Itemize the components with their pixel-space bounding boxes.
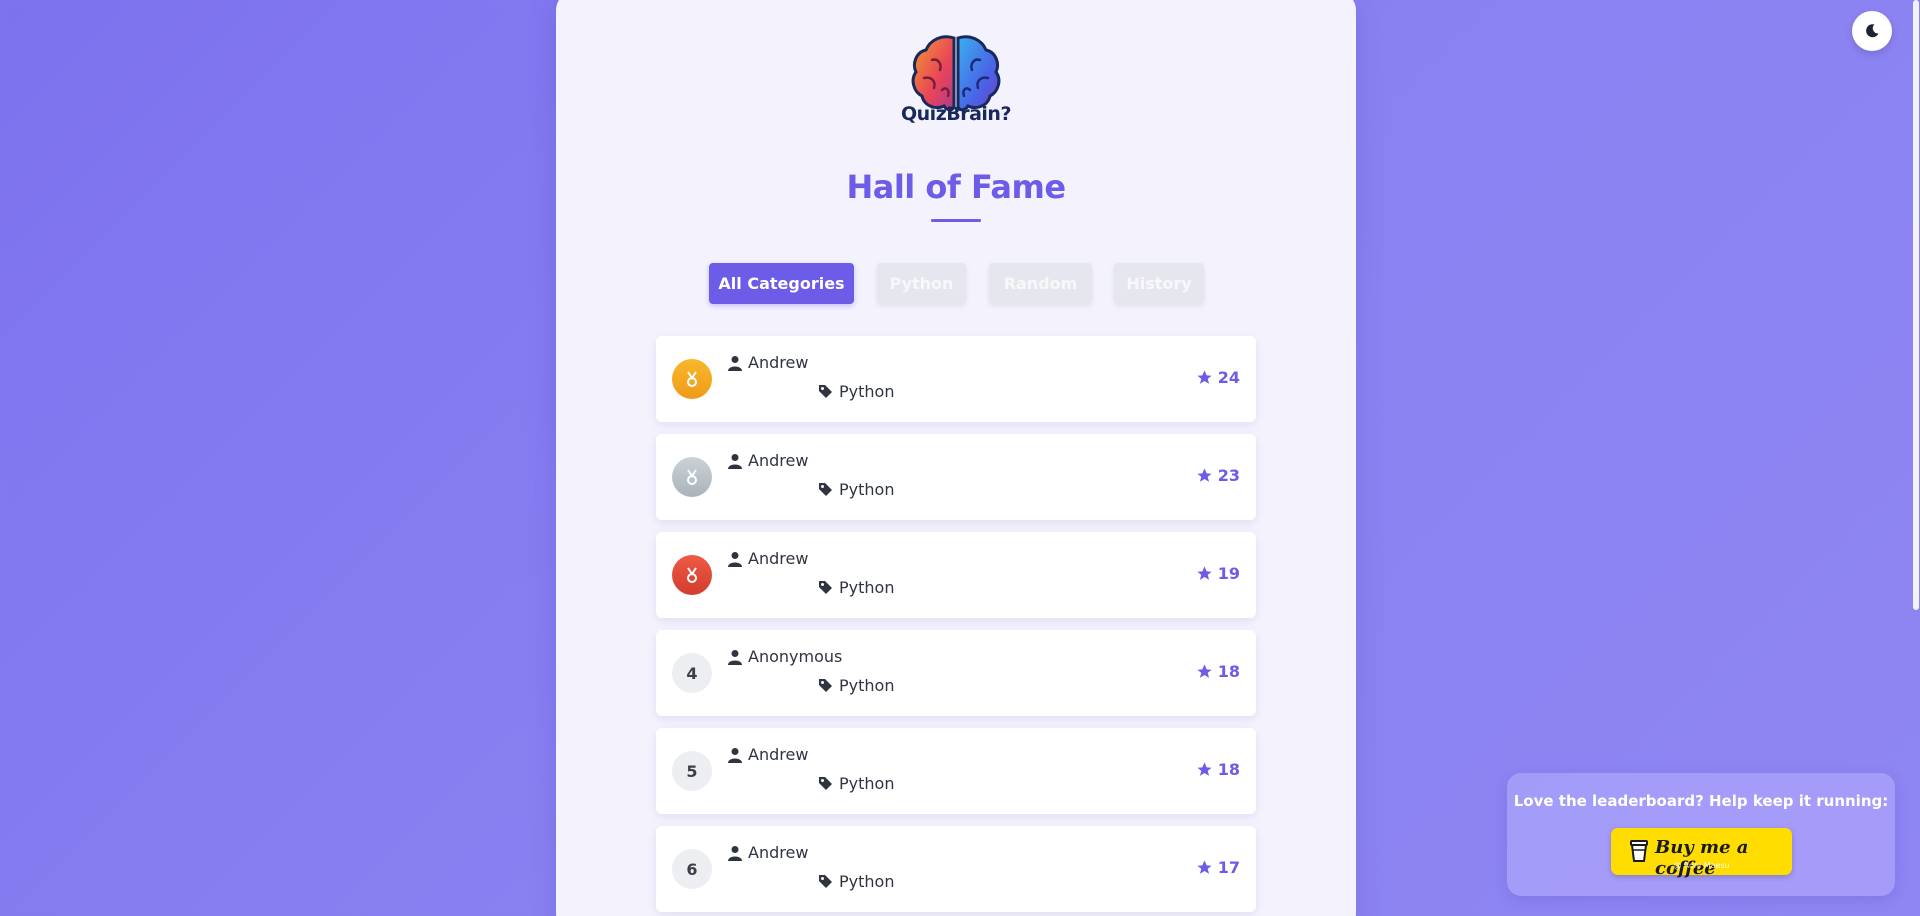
player-score: 18 <box>1196 662 1240 681</box>
category-label: Python <box>839 578 895 597</box>
player-name: Andrew <box>728 353 808 372</box>
user-icon <box>728 551 742 567</box>
player-category: Python <box>818 578 894 597</box>
category-label: Python <box>839 480 895 499</box>
player-score: 17 <box>1196 858 1240 877</box>
player-name-label: Anonymous <box>748 647 843 666</box>
filter-all-categories[interactable]: All Categories <box>709 263 854 304</box>
player-score: 23 <box>1196 466 1240 485</box>
leaderboard-row: Andrew Python 24 <box>656 336 1256 422</box>
player-score: 24 <box>1196 368 1240 387</box>
moon-icon <box>1866 24 1879 38</box>
player-score: 19 <box>1196 564 1240 583</box>
player-name: Anonymous <box>728 647 842 666</box>
player-name-label: Andrew <box>748 549 809 568</box>
player-name: Andrew <box>728 745 808 764</box>
category-label: Python <box>839 872 895 891</box>
player-category: Python <box>818 382 894 401</box>
page-scrollbar[interactable] <box>1911 0 1920 916</box>
brand-name: QuizBrain? <box>901 103 1011 125</box>
filter-history[interactable]: History <box>1114 263 1204 304</box>
user-icon <box>728 845 742 861</box>
player-category: Python <box>818 774 894 793</box>
player-score: 18 <box>1196 760 1240 779</box>
score-value: 17 <box>1217 858 1240 877</box>
score-value: 18 <box>1217 760 1240 779</box>
category-label: Python <box>839 676 895 695</box>
page-title: Hall of Fame <box>846 168 1066 206</box>
scrollbar-thumb[interactable] <box>1913 0 1919 610</box>
player-name: Andrew <box>728 451 808 470</box>
player-name-label: Andrew <box>748 843 809 862</box>
tag-icon <box>819 385 832 398</box>
user-icon <box>728 747 742 763</box>
player-category: Python <box>818 676 894 695</box>
player-category: Python <box>818 480 894 499</box>
leaderboard-row: Andrew Python 23 <box>656 434 1256 520</box>
filter-random[interactable]: Random <box>989 263 1092 304</box>
theme-toggle-button[interactable] <box>1852 11 1892 51</box>
user-icon <box>728 355 742 371</box>
player-category: Python <box>818 872 894 891</box>
player-name: Andrew <box>728 549 808 568</box>
leaderboard-row: 6 Andrew Python 17 <box>656 826 1256 912</box>
star-icon <box>1197 762 1212 776</box>
score-value: 19 <box>1217 564 1240 583</box>
support-widget: Love the leaderboard? Help keep it runni… <box>1507 773 1895 896</box>
tag-icon <box>819 679 832 692</box>
leaderboard-row: 5 Andrew Python 18 <box>656 728 1256 814</box>
score-value: 18 <box>1217 662 1240 681</box>
player-name-label: Andrew <box>748 353 809 372</box>
category-label: Python <box>839 382 895 401</box>
buy-me-a-coffee-button[interactable]: Buy me a coffee @ Roni Maesu <box>1611 828 1792 879</box>
gold-medal-icon <box>672 359 712 399</box>
rank-number: 5 <box>672 751 712 791</box>
tag-icon <box>819 875 832 888</box>
tag-icon <box>819 777 832 790</box>
leaderboard-row: Andrew Python 19 <box>656 532 1256 618</box>
coffee-button-credit: @ Roni Maesu <box>1673 861 1730 870</box>
coffee-cup-icon <box>1630 840 1648 862</box>
tag-icon <box>819 483 832 496</box>
bronze-medal-icon <box>672 555 712 595</box>
score-value: 24 <box>1217 368 1240 387</box>
star-icon <box>1197 566 1212 580</box>
player-name-label: Andrew <box>748 451 809 470</box>
score-value: 23 <box>1217 466 1240 485</box>
user-icon <box>728 453 742 469</box>
player-name: Andrew <box>728 843 808 862</box>
title-underline <box>931 219 981 222</box>
player-name-label: Andrew <box>748 745 809 764</box>
star-icon <box>1197 664 1212 678</box>
star-icon <box>1197 860 1212 874</box>
rank-number: 4 <box>672 653 712 693</box>
tag-icon <box>819 581 832 594</box>
user-icon <box>728 649 742 665</box>
coffee-button-label: Buy me a coffee <box>1655 837 1749 879</box>
leaderboard-row: 4 Anonymous Python 18 <box>656 630 1256 716</box>
silver-medal-icon <box>672 457 712 497</box>
star-icon <box>1197 370 1212 384</box>
support-message: Love the leaderboard? Help keep it runni… <box>1513 792 1889 810</box>
filter-python[interactable]: Python <box>877 263 966 304</box>
star-icon <box>1197 468 1212 482</box>
category-label: Python <box>839 774 895 793</box>
rank-number: 6 <box>672 849 712 889</box>
